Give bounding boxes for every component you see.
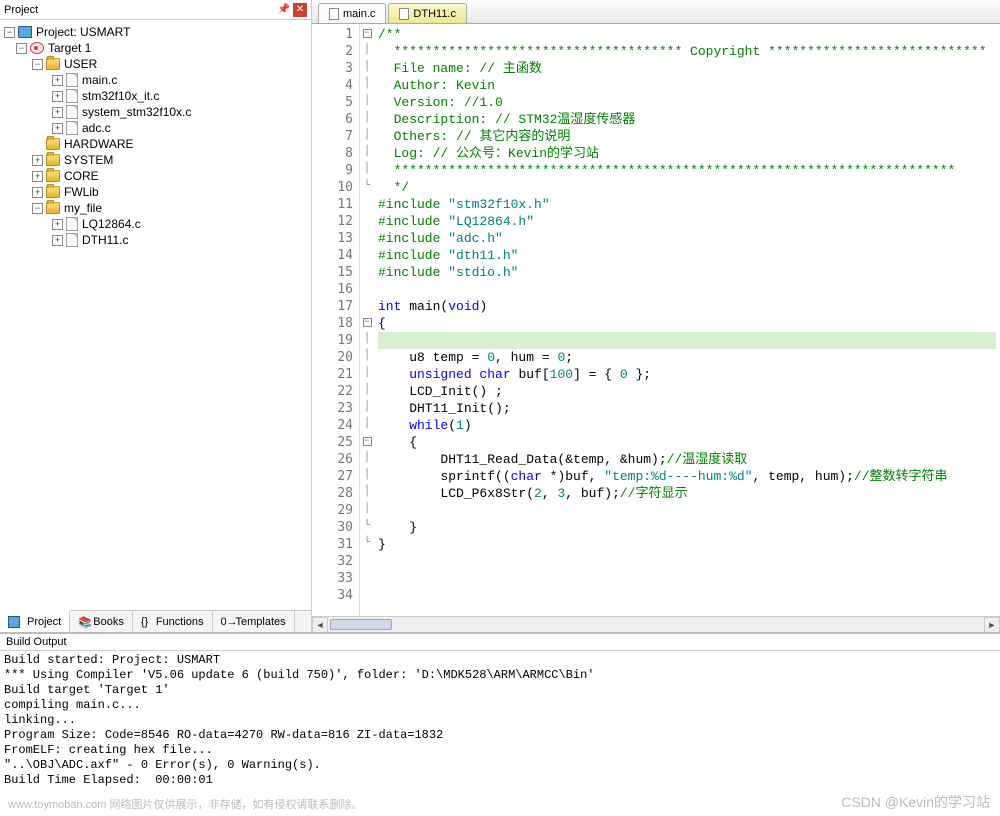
- build-output-title: Build Output: [0, 634, 1000, 651]
- pin-icon[interactable]: 📌: [277, 3, 291, 17]
- folder-user[interactable]: −USER: [2, 56, 309, 72]
- editor-tab-dth11[interactable]: DTH11.c: [388, 3, 467, 23]
- panel-bottom-tabs: Project 📚Books {}Functions 0→Templates: [0, 610, 311, 632]
- editor-panel: main.c DTH11.c 1234567891011121314151617…: [312, 0, 1000, 632]
- file-adc-c[interactable]: +adc.c: [2, 120, 309, 136]
- horizontal-scrollbar[interactable]: ◄ ►: [312, 616, 1000, 632]
- tab-templates[interactable]: 0→Templates: [213, 611, 295, 632]
- file-main-c[interactable]: +main.c: [2, 72, 309, 88]
- watermark-right: CSDN @Kevin的学习站: [841, 792, 990, 812]
- target-icon: [30, 42, 44, 54]
- editor-body[interactable]: 1234567891011121314151617181920212223242…: [312, 24, 1000, 616]
- folder-icon: [46, 138, 60, 150]
- folder-system[interactable]: +SYSTEM: [2, 152, 309, 168]
- code-area[interactable]: /** ************************************…: [374, 24, 1000, 616]
- file-icon: [66, 73, 78, 87]
- project-tree[interactable]: −Project: USMART −Target 1 −USER +main.c…: [0, 20, 311, 610]
- folder-icon: [46, 58, 60, 70]
- folder-myfile[interactable]: −my_file: [2, 200, 309, 216]
- books-icon: 📚: [78, 616, 90, 628]
- folder-icon: [46, 170, 60, 182]
- tab-books[interactable]: 📚Books: [70, 611, 133, 632]
- project-panel: Project 📌 ✕ −Project: USMART −Target 1 −…: [0, 0, 312, 632]
- panel-title: Project: [4, 4, 38, 16]
- folder-fwlib[interactable]: +FWLib: [2, 184, 309, 200]
- file-dth11-c[interactable]: +DTH11.c: [2, 232, 309, 248]
- template-icon: 0→: [221, 616, 233, 628]
- folder-icon: [46, 186, 60, 198]
- target-node[interactable]: −Target 1: [2, 40, 309, 56]
- tab-functions[interactable]: {}Functions: [133, 611, 213, 632]
- project-icon: [18, 26, 32, 38]
- braces-icon: {}: [141, 616, 153, 628]
- build-output-text[interactable]: Build started: Project: USMART *** Using…: [0, 651, 1000, 790]
- scroll-left-icon[interactable]: ◄: [312, 617, 328, 632]
- file-icon: [66, 121, 78, 135]
- editor-tab-main[interactable]: main.c: [318, 3, 386, 23]
- folder-icon: [46, 154, 60, 166]
- project-icon: [8, 616, 20, 628]
- project-root[interactable]: −Project: USMART: [2, 24, 309, 40]
- file-icon: [399, 8, 409, 20]
- folder-icon: [46, 202, 60, 214]
- file-lq-c[interactable]: +LQ12864.c: [2, 216, 309, 232]
- scroll-right-icon[interactable]: ►: [984, 617, 1000, 632]
- file-system-c[interactable]: +system_stm32f10x.c: [2, 104, 309, 120]
- file-icon: [66, 105, 78, 119]
- tab-project[interactable]: Project: [0, 610, 70, 632]
- line-gutter: 1234567891011121314151617181920212223242…: [312, 24, 360, 616]
- file-it-c[interactable]: +stm32f10x_it.c: [2, 88, 309, 104]
- file-icon: [329, 8, 339, 20]
- watermark-left: www.toymoban.com 网络图片仅供展示，非存储，如有侵权请联系删除。: [8, 796, 362, 812]
- file-icon: [66, 233, 78, 247]
- build-output-panel: Build Output Build started: Project: USM…: [0, 632, 1000, 816]
- file-icon: [66, 89, 78, 103]
- folder-hardware[interactable]: HARDWARE: [2, 136, 309, 152]
- close-icon[interactable]: ✕: [293, 3, 307, 17]
- file-icon: [66, 217, 78, 231]
- panel-header: Project 📌 ✕: [0, 0, 311, 20]
- editor-tabs: main.c DTH11.c: [312, 0, 1000, 24]
- folder-core[interactable]: +CORE: [2, 168, 309, 184]
- fold-column[interactable]: −││││││││└ −││││││−││││└└: [360, 24, 374, 616]
